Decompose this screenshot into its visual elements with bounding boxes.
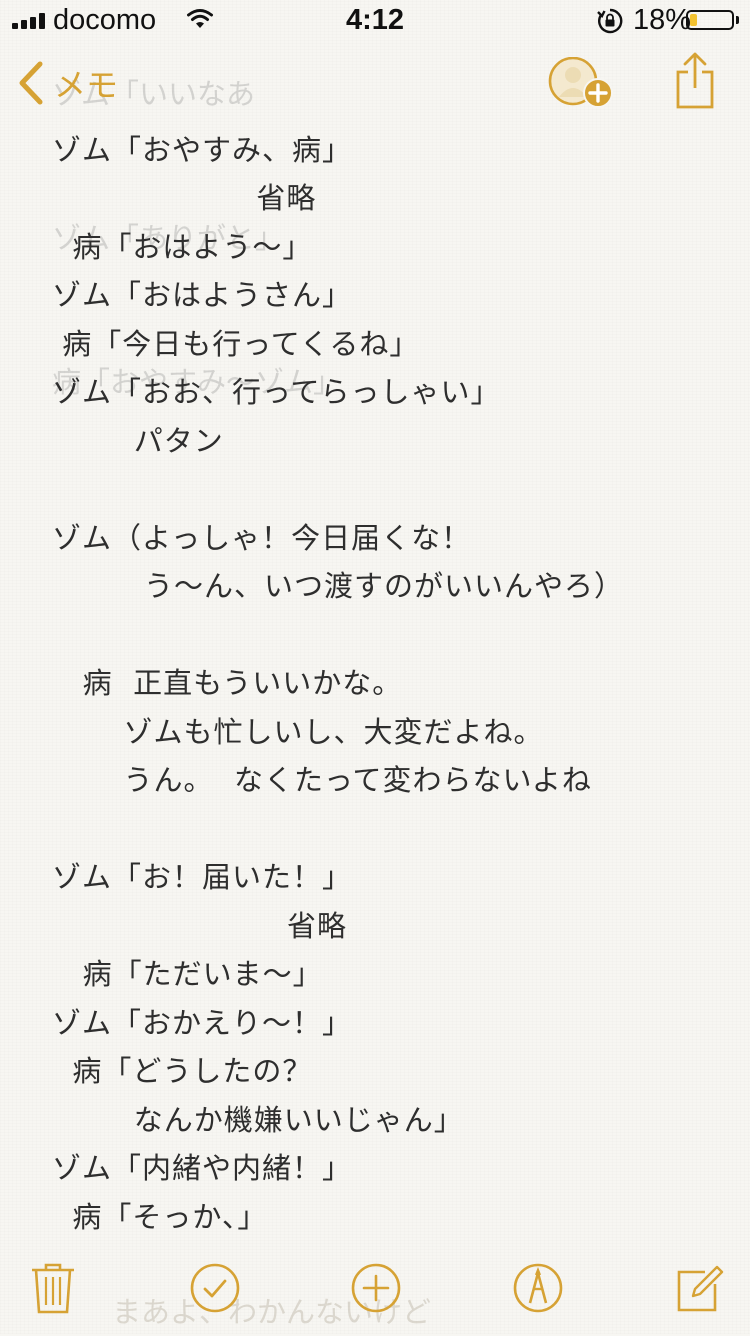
compose-button[interactable]	[675, 1262, 727, 1314]
note-line: 省略	[52, 909, 348, 943]
trash-icon	[32, 1263, 74, 1314]
add-people-button[interactable]	[547, 56, 615, 111]
battery-icon	[686, 10, 734, 30]
add-icon	[351, 1263, 401, 1313]
share-button[interactable]	[674, 52, 716, 110]
share-icon	[676, 52, 714, 109]
note-line: う～ん、いつ渡すのがいいんやろ）	[52, 569, 624, 603]
navigation-bar: メモ	[0, 40, 750, 128]
note-line: ゾム「おお、行ってらっしゃい」	[52, 375, 501, 409]
note-line: 病「今日も行ってくるね」	[52, 327, 420, 361]
chevron-left-icon	[19, 61, 43, 105]
note-line: ゾム「おやすみ、病」	[52, 133, 353, 167]
back-button[interactable]: メモ	[18, 60, 118, 106]
note-line: ゾム「お！届いた！」	[52, 860, 353, 894]
sketch-button[interactable]	[512, 1262, 564, 1314]
note-line: うん。 なくたって変わらないよね	[52, 763, 592, 797]
add-attachment-button[interactable]	[350, 1262, 402, 1314]
note-line: ゾム「内緒や内緒！」	[52, 1151, 353, 1185]
bottom-toolbar	[0, 1244, 750, 1334]
battery-tip	[736, 16, 739, 24]
note-line: パタン	[52, 424, 224, 458]
sketch-icon	[513, 1263, 563, 1313]
checklist-icon	[190, 1263, 240, 1313]
note-line: なんか機嫌いいじゃん」	[52, 1103, 464, 1137]
rotation-lock-icon	[597, 8, 623, 34]
note-line: 病「ただいま～」	[52, 957, 323, 991]
add-person-icon	[548, 56, 613, 108]
note-line: 病「そっか、」	[52, 1200, 268, 1234]
note-line: ゾム「おはようさん」	[52, 278, 353, 312]
note-line: 病「おはよう～」	[52, 230, 313, 264]
note-line: 省略	[52, 181, 317, 215]
checklist-button[interactable]	[189, 1262, 241, 1314]
note-line: 病 正直もういいかな。	[52, 666, 403, 700]
back-button-label: メモ	[54, 66, 119, 104]
note-line: 病「どうしたの？	[52, 1054, 313, 1088]
delete-button[interactable]	[30, 1262, 82, 1314]
battery-percentage: 18%	[633, 4, 692, 36]
note-line: ゾム（よっしゃ！今日届くな！	[52, 521, 472, 555]
note-line: ゾムも忙しいし、大変だよね。	[52, 715, 544, 749]
note-line: ゾム「おかえり～！」	[52, 1006, 353, 1040]
compose-icon	[677, 1265, 724, 1312]
battery-level-fill	[690, 14, 697, 26]
status-bar: docomo 4:12 18%	[0, 0, 750, 40]
